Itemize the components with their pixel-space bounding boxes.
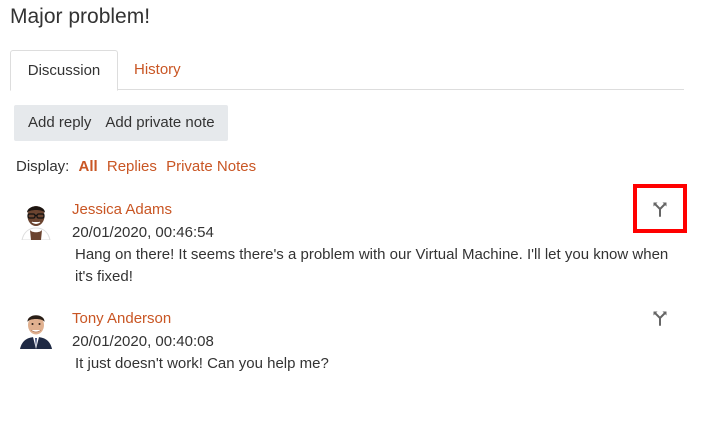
- filter-all[interactable]: All: [79, 158, 98, 175]
- filter-private-notes[interactable]: Private Notes: [166, 158, 256, 175]
- highlight-box: [633, 184, 687, 233]
- message-author[interactable]: Jessica Adams: [72, 201, 172, 218]
- page-title: Major problem!: [10, 5, 151, 28]
- tab-discussion[interactable]: Discussion: [10, 50, 118, 91]
- action-button-group: Add reply Add private note: [14, 105, 228, 141]
- avatar: [16, 309, 56, 349]
- display-label: Display:: [16, 158, 70, 175]
- split-icon: [652, 310, 668, 331]
- split-button[interactable]: [649, 309, 671, 331]
- message-body: Hang on there! It seems there's a proble…: [75, 246, 669, 285]
- message-timestamp: 20/01/2020, 00:40:08: [72, 333, 214, 350]
- add-reply-button[interactable]: Add reply: [14, 105, 104, 141]
- tab-history[interactable]: History: [134, 50, 181, 90]
- display-filter: Display: All Replies Private Notes: [16, 158, 261, 175]
- message-body: It just doesn't work! Can you help me?: [75, 355, 329, 372]
- add-private-note-button[interactable]: Add private note: [104, 105, 227, 141]
- avatar: [16, 200, 56, 240]
- message-author[interactable]: Tony Anderson: [72, 310, 171, 327]
- page: Major problem! Discussion History Add re…: [0, 0, 714, 426]
- filter-replies[interactable]: Replies: [107, 158, 157, 175]
- message-timestamp: 20/01/2020, 00:46:54: [72, 224, 214, 241]
- tab-bar: Discussion History: [10, 50, 684, 91]
